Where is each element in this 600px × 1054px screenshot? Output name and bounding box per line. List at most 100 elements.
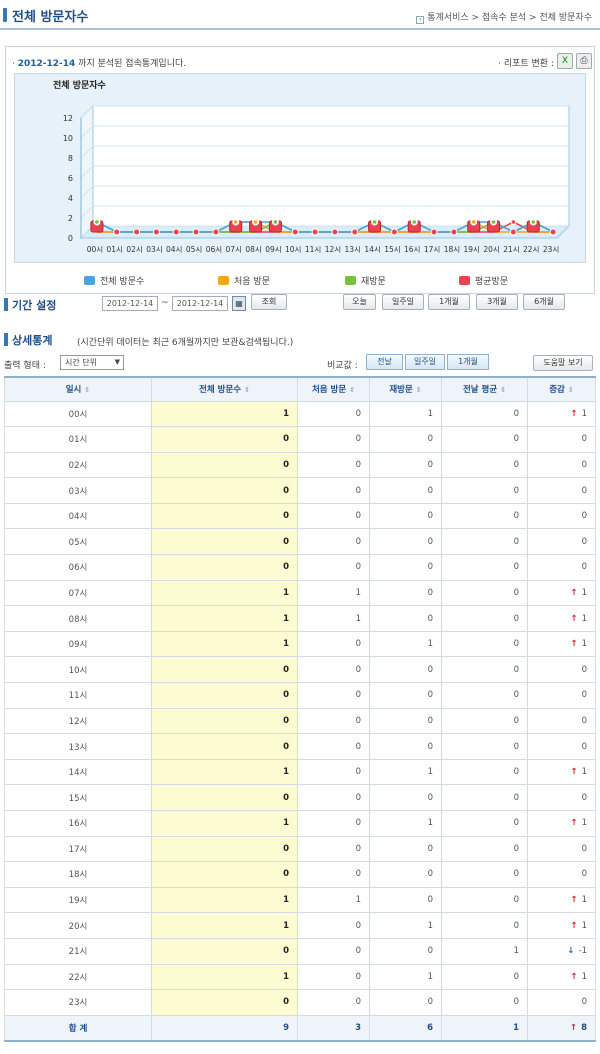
col-header-first[interactable]: 처음 방문 ⇕ xyxy=(297,376,370,402)
detail-section-header: 상세통계 (시간단위 데이터는 최근 6개월까지만 보관&검색됩니다.) xyxy=(0,331,600,351)
table-row: 04시 0 0 0 0 0 xyxy=(4,502,596,530)
cell-total: 0 xyxy=(151,707,298,735)
cell-change: 0 xyxy=(527,528,596,556)
x-tick-label: 09시 xyxy=(265,245,281,254)
cell-prev-avg: 0 xyxy=(441,451,528,479)
series-point-total xyxy=(430,228,438,236)
cell-first: 0 xyxy=(297,426,370,453)
table-row: 18시 0 0 0 0 0 xyxy=(4,861,596,888)
series-point-total xyxy=(311,228,319,236)
col-header-total[interactable]: 전체 방문수 ⇕ xyxy=(151,376,298,402)
cell-time: 03시 xyxy=(4,477,152,504)
x-tick-label: 03시 xyxy=(146,245,162,254)
compare-tab-week[interactable]: 일주일 xyxy=(405,354,445,370)
col-header-revisit[interactable]: 재방문 ⇕ xyxy=(369,376,442,402)
quick-6month-button[interactable]: 6개월 xyxy=(523,294,565,310)
cell-prev-avg: 1 xyxy=(441,1014,528,1042)
quick-3month-button[interactable]: 3개월 xyxy=(476,294,518,310)
x-tick-label: 22시 xyxy=(523,245,539,254)
page-title: 전체 방문자수 xyxy=(12,10,89,25)
x-tick-label: 12시 xyxy=(325,245,341,254)
x-tick-label: 23시 xyxy=(543,245,559,254)
x-tick-label: 15시 xyxy=(384,245,400,254)
arrow-up-icon: ↑ xyxy=(570,895,578,906)
col-header-change[interactable]: 증감 ⇕ xyxy=(527,376,596,402)
y-tick-label: 4 xyxy=(68,194,73,203)
table-row: 13시 0 0 0 0 0 xyxy=(4,733,596,760)
cell-first: 0 xyxy=(297,400,370,428)
table-row: 02시 0 0 0 0 0 xyxy=(4,451,596,479)
output-format-select[interactable]: 시간 단위 ▼ xyxy=(60,355,124,370)
cell-total: 0 xyxy=(151,528,298,556)
arrow-up-icon: ↑ xyxy=(570,587,578,598)
printer-icon[interactable]: ⎙ xyxy=(576,53,592,69)
x-tick-label: 07시 xyxy=(226,245,242,254)
calendar-icon[interactable]: ▦ xyxy=(232,296,246,311)
cell-first: 1 xyxy=(297,579,370,607)
col-header-time[interactable]: 일시 ⇕ xyxy=(4,376,152,402)
excel-icon[interactable]: X xyxy=(557,53,573,69)
arrow-up-icon: ↑ xyxy=(570,971,578,982)
chart-svg: 0 2 4 6 8 10 12 전체 방문자수 00시 01시 02시 03시 04시 05시 06시 07시… xyxy=(53,79,571,254)
quick-week-button[interactable]: 일주일 xyxy=(382,294,424,310)
quick-today-button[interactable]: 오늘 xyxy=(343,294,376,310)
cell-time: 11시 xyxy=(4,682,152,709)
series-point-total xyxy=(549,228,557,236)
cell-time: 22시 xyxy=(4,963,152,991)
cell-total: 0 xyxy=(151,733,298,760)
cell-prev-avg: 0 xyxy=(441,579,528,607)
x-tick-label: 19시 xyxy=(464,245,480,254)
cell-total: 9 xyxy=(151,1014,298,1042)
series-point-total xyxy=(133,228,141,236)
quick-1month-button[interactable]: 1개월 xyxy=(428,294,470,310)
cell-time: 05시 xyxy=(4,528,152,556)
cell-first: 0 xyxy=(297,835,370,863)
cell-total: 1 xyxy=(151,630,298,658)
legend-swatch-revisit xyxy=(345,276,356,285)
cell-revisit: 1 xyxy=(369,810,442,837)
series-point-2 xyxy=(371,219,378,225)
x-tick-label: 05시 xyxy=(186,245,202,254)
search-button[interactable]: 조회 xyxy=(251,294,287,310)
summary-row: 합 계 9 3 6 1 ↑ 8 xyxy=(4,1014,596,1042)
cell-revisit: 0 xyxy=(369,477,442,504)
cell-time: 02시 xyxy=(4,451,152,479)
cell-change: ↑ 1 xyxy=(527,758,596,786)
x-tick-label: 17시 xyxy=(424,245,440,254)
cell-prev-avg: 0 xyxy=(441,630,528,658)
series-point-total xyxy=(331,228,339,236)
compare-tab-prev-day[interactable]: 전날 xyxy=(366,354,403,370)
cell-total: 0 xyxy=(151,656,298,684)
cell-change: 0 xyxy=(527,733,596,760)
col-header-prev-avg[interactable]: 전날 평균 ⇕ xyxy=(441,376,528,402)
breadcrumb-text[interactable]: 통계서비스 > 접속수 분석 > 전체 방문자수 xyxy=(427,13,592,23)
compare-tab-month[interactable]: 1개월 xyxy=(447,354,489,370)
detail-label: 상세통계 xyxy=(12,334,53,347)
help-button[interactable]: 도움말 보기 xyxy=(533,355,593,371)
cell-time: 07시 xyxy=(4,579,152,607)
period-setting: 기간 설정 2012-12-14 ~ 2012-12-14 ▦ 조회 오늘 일주… xyxy=(0,294,600,316)
cell-first: 0 xyxy=(297,554,370,581)
table-row: 22시 1 0 1 0 ↑ 1 xyxy=(4,963,596,991)
cell-time: 12시 xyxy=(4,707,152,735)
end-date-input[interactable]: 2012-12-14 xyxy=(172,296,228,311)
cell-revisit: 0 xyxy=(369,886,442,914)
cell-total: 0 xyxy=(151,835,298,863)
cell-prev-avg: 0 xyxy=(441,784,528,811)
cell-revisit: 0 xyxy=(369,605,442,632)
cell-first: 0 xyxy=(297,707,370,735)
cell-revisit: 0 xyxy=(369,451,442,479)
x-tick-label: 18시 xyxy=(444,245,460,254)
cell-revisit: 6 xyxy=(369,1014,442,1042)
breadcrumb[interactable]: › 통계서비스 > 접속수 분석 > 전체 방문자수 xyxy=(416,10,592,24)
series-point-total xyxy=(113,228,121,236)
start-date-input[interactable]: 2012-12-14 xyxy=(102,296,158,311)
cell-change: ↑ 1 xyxy=(527,963,596,991)
sort-icon: ⇕ xyxy=(349,386,356,395)
compare-label: 비교값 : xyxy=(327,361,358,371)
cell-total: 1 xyxy=(151,758,298,786)
cell-time: 10시 xyxy=(4,656,152,684)
cell-change: ↑ 1 xyxy=(527,605,596,632)
period-marker xyxy=(4,298,8,311)
visitor-chart: 0 2 4 6 8 10 12 전체 방문자수 00시 01시 02시 03시 04시 05시 06시 07시… xyxy=(14,73,586,263)
